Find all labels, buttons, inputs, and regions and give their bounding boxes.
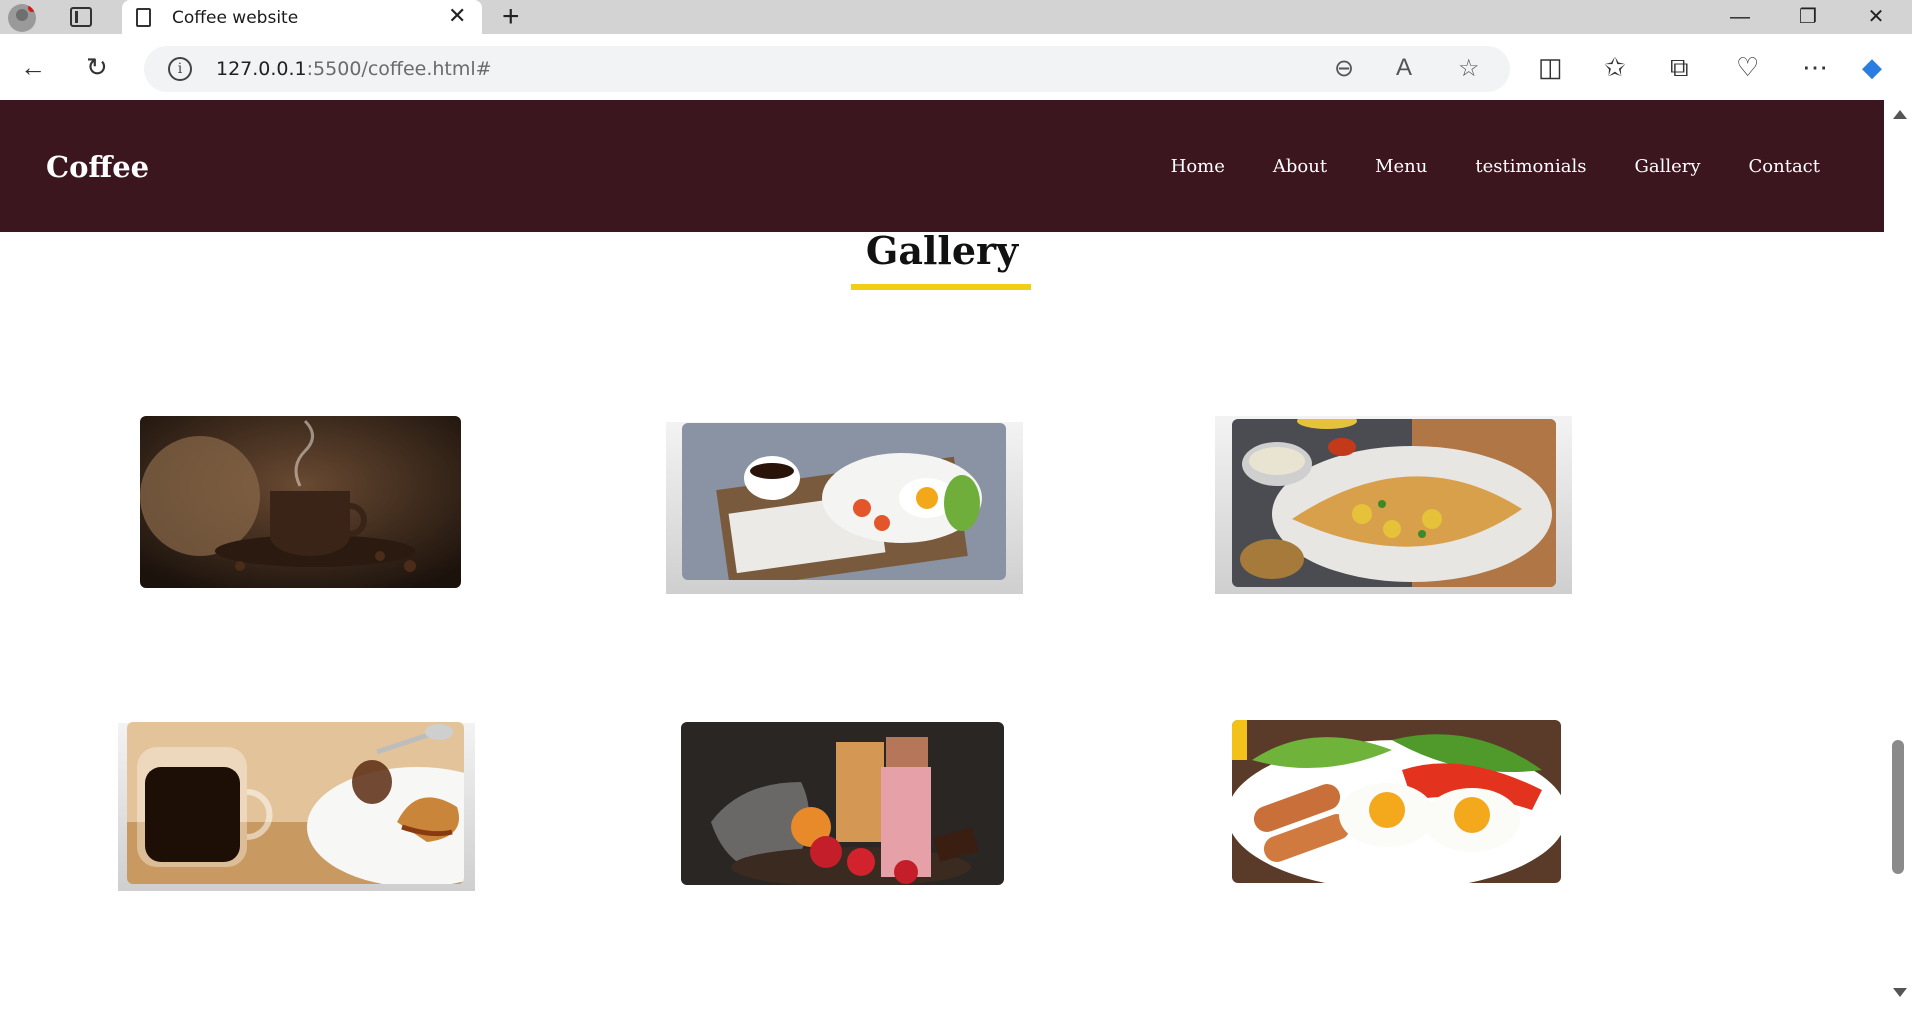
nav-gallery[interactable]: Gallery [1634,156,1700,177]
url-path: :5500/coffee.html# [306,58,492,80]
url-host: 127.0.0.1 [216,58,307,80]
back-icon[interactable]: ← [20,50,46,84]
browser-toolbar: ← ↻ i 127.0.0.1:5500/coffee.html# ⊖ A ☆ … [0,34,1912,100]
favorite-star-icon[interactable]: ☆ [1458,54,1480,83]
nav-contact[interactable]: Contact [1749,156,1820,177]
more-menu-icon[interactable]: ⋯ [1802,50,1828,84]
profile-avatar-icon[interactable] [8,4,36,32]
site-header: Coffee Home About Menu testimonials Gall… [0,100,1884,232]
page-icon [136,8,151,27]
webpage: Coffee Home About Menu testimonials Gall… [0,100,1884,1007]
url-text[interactable]: 127.0.0.1:5500/coffee.html# [216,58,492,80]
heading-underline [851,284,1031,290]
copilot-icon[interactable]: ◆ [1862,50,1882,84]
gallery-image-coffee-croissant[interactable] [127,722,464,884]
gallery-heading: Gallery [865,228,1019,273]
gallery-image-milkshakes[interactable] [681,722,1004,885]
restore-icon[interactable]: ❐ [1775,0,1841,34]
gallery-image-breakfast-tray[interactable] [682,423,1006,580]
nav-about[interactable]: About [1273,156,1327,177]
address-bar[interactable]: i 127.0.0.1:5500/coffee.html# ⊖ A ☆ [144,46,1510,92]
gallery-image-coffee-cup[interactable] [140,416,461,588]
gallery-image-eggs-sausages[interactable] [1232,720,1561,883]
split-screen-icon[interactable]: ◫ [1538,50,1563,84]
collections-icon[interactable]: ⧉ [1670,50,1689,84]
tab-title: Coffee website [172,8,299,28]
site-logo[interactable]: Coffee [46,150,149,184]
refresh-icon[interactable]: ↻ [86,50,108,84]
page-scrollbar[interactable] [1884,100,1912,1007]
nav-menu[interactable]: Menu [1375,156,1427,177]
tab-close-icon[interactable]: ✕ [448,3,466,29]
scrollbar-thumb[interactable] [1892,740,1904,874]
nav-home[interactable]: Home [1171,156,1225,177]
browser-tab-active[interactable]: Coffee website ✕ [122,0,482,34]
favorites-icon[interactable]: ✩ [1604,50,1626,84]
vertical-tabs-icon[interactable] [70,7,92,27]
read-aloud-icon[interactable]: A [1396,54,1412,82]
new-tab-icon[interactable]: + [502,0,520,34]
browser-tab-bar: Coffee website ✕ + — ❐ ✕ [0,0,1912,34]
site-info-icon[interactable]: i [168,57,192,81]
zoom-out-icon[interactable]: ⊖ [1334,54,1354,83]
main-nav: Home About Menu testimonials Gallery Con… [1171,156,1820,177]
minimize-icon[interactable]: — [1707,0,1773,34]
gallery-image-dosa[interactable] [1232,419,1556,587]
close-window-icon[interactable]: ✕ [1843,0,1909,34]
browser-essentials-icon[interactable]: ♡ [1736,50,1759,84]
scroll-up-icon[interactable] [1893,110,1907,119]
nav-testimonials[interactable]: testimonials [1475,156,1586,177]
scroll-down-icon[interactable] [1893,988,1907,997]
